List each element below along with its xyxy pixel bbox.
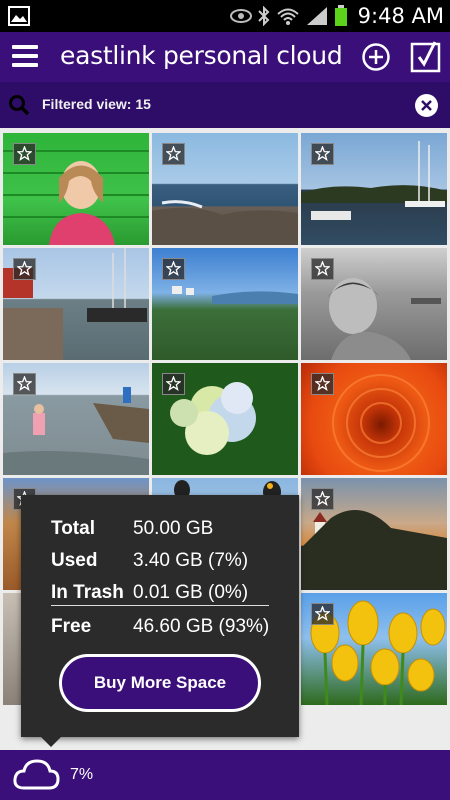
favorite-star-toggle[interactable] [162,373,185,395]
storage-info-popup: Total 50.00 GB Used 3.40 GB (7%) In Tras… [21,495,299,747]
favorite-star-toggle[interactable] [13,373,36,395]
favorite-star-toggle[interactable] [13,258,36,280]
photo-tile[interactable] [301,363,447,475]
filter-label: Filtered view: 15 [42,96,151,112]
favorite-star-toggle[interactable] [311,258,334,280]
photo-tile[interactable] [301,248,447,360]
bottom-bar: 7% [0,750,450,800]
favorite-star-toggle[interactable] [311,488,334,510]
star-icon [315,376,330,391]
photo-tile[interactable] [152,248,298,360]
photo-tile[interactable] [3,133,149,245]
status-bar: 9:48 AM [0,0,450,32]
app-bar: eastlink personal cloud [0,32,450,82]
photo-tile[interactable] [3,363,149,475]
status-time: 9:48 AM [357,4,444,28]
storage-total-value: 50.00 GB [133,518,214,539]
photo-tile[interactable] [152,363,298,475]
photo-tile[interactable] [301,133,447,245]
app-title: eastlink personal cloud [60,41,343,70]
star-icon [166,376,181,391]
star-icon [17,261,32,276]
photo-tile[interactable] [152,133,298,245]
storage-divider [51,605,269,606]
favorite-star-toggle[interactable] [162,143,185,165]
favorite-star-toggle[interactable] [311,603,334,625]
photo-tile[interactable] [301,478,447,590]
storage-free-value: 46.60 GB (93%) [133,616,270,637]
favorite-star-toggle[interactable] [311,373,334,395]
storage-used-value: 3.40 GB (7%) [133,550,249,571]
popup-pointer [41,737,61,747]
storage-trash-label: In Trash [51,582,124,603]
star-icon [166,146,181,161]
star-icon [315,146,330,161]
cloud-icon[interactable] [12,758,60,792]
storage-total-label: Total [51,518,95,539]
eye-icon [229,9,252,23]
storage-trash-value: 0.01 GB (0%) [133,582,249,603]
star-icon [315,491,330,506]
storage-free-label: Free [51,616,92,637]
storage-used-label: Used [51,550,98,571]
star-icon [315,261,330,276]
favorite-star-toggle[interactable] [311,143,334,165]
select-checkbox-icon[interactable] [410,41,442,73]
storage-usage-percent: 7% [70,766,94,783]
star-icon [17,146,32,161]
favorite-star-toggle[interactable] [13,143,36,165]
star-icon [315,606,330,621]
add-circle-icon[interactable] [361,42,391,72]
photo-tile[interactable] [301,593,447,705]
battery-icon [334,5,347,26]
filter-bar: Filtered view: 15 [0,82,450,128]
star-icon [166,261,181,276]
buy-more-space-button[interactable]: Buy More Space [59,654,261,712]
favorite-star-toggle[interactable] [162,258,185,280]
clear-filter-button[interactable] [415,94,438,117]
wifi-icon [277,8,299,25]
star-icon [17,376,32,391]
signal-icon [306,7,327,25]
gallery-icon [8,6,30,26]
clear-icon [421,100,432,111]
search-icon [9,95,30,116]
hamburger-menu-icon[interactable] [12,45,38,69]
photo-tile[interactable] [3,248,149,360]
bluetooth-icon [257,6,270,26]
